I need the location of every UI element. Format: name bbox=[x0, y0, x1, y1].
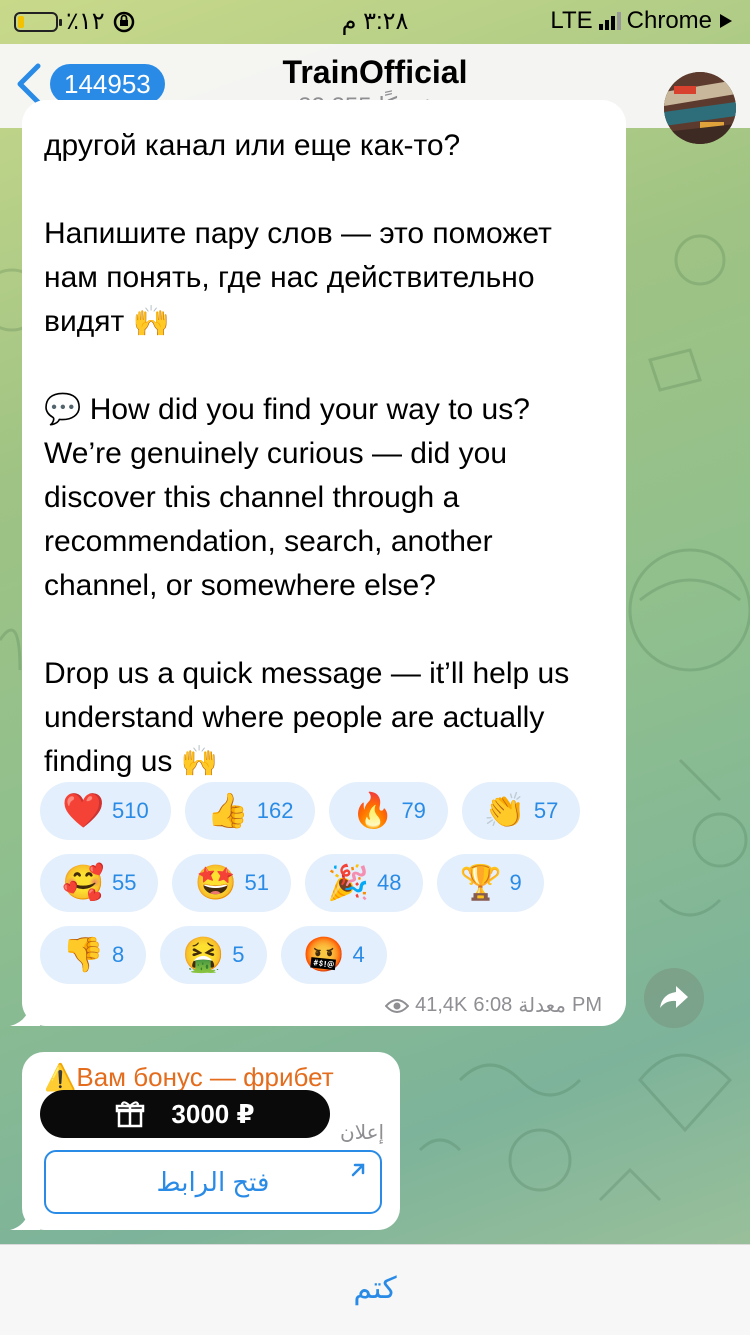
cursing-face-icon: 🤬 bbox=[302, 935, 345, 975]
forward-button[interactable] bbox=[644, 968, 704, 1028]
smiling-hearts-icon: 🥰 bbox=[62, 863, 105, 903]
post-meta: 41,4K 6:08 معدلة PM bbox=[385, 993, 602, 1018]
trophy-icon: 🏆 bbox=[459, 863, 502, 903]
bottom-bar: كتم bbox=[0, 1244, 750, 1335]
status-bar: ٪١٢ ٣:٢٨ م LTE Chrome bbox=[0, 0, 750, 44]
reaction-count: 48 bbox=[376, 870, 402, 895]
reaction-star-struck[interactable]: 🤩 51 bbox=[172, 854, 291, 912]
reaction-thumbs-up[interactable]: 👍 162 bbox=[184, 782, 316, 840]
signal-icon bbox=[598, 12, 621, 30]
return-app-label[interactable]: Chrome bbox=[627, 7, 712, 35]
reaction-count: 51 bbox=[244, 870, 269, 895]
open-link-label: فتح الرابط bbox=[156, 1166, 270, 1197]
sponsored-message[interactable]: ⚠️Вам бонус — фрибет 3000 ₽ إعلان فتح ال… bbox=[22, 1052, 400, 1230]
edited-label: معدلة bbox=[518, 995, 566, 1017]
post-ampm: PM bbox=[572, 994, 602, 1016]
reaction-smiling-hearts[interactable]: 🥰 55 bbox=[40, 854, 159, 912]
reaction-count: 57 bbox=[533, 798, 559, 823]
status-right: LTE Chrome bbox=[550, 7, 734, 35]
external-link-icon bbox=[351, 1163, 365, 1177]
play-icon bbox=[720, 14, 732, 28]
ad-label: إعلان bbox=[340, 1122, 385, 1144]
reaction-party-popper[interactable]: 🎉 48 bbox=[304, 854, 424, 912]
gift-icon bbox=[116, 1101, 145, 1128]
thumbs-up-icon: 👍 bbox=[206, 791, 250, 831]
view-count: 41,4K bbox=[415, 994, 468, 1016]
heart-icon: ❤️ bbox=[62, 791, 105, 831]
reaction-vomiting[interactable]: 🤮 5 bbox=[160, 926, 267, 984]
channel-title[interactable]: TrainOfficial bbox=[0, 54, 750, 91]
star-struck-icon: 🤩 bbox=[194, 863, 237, 903]
reaction-clap[interactable]: 👏 57 bbox=[461, 782, 581, 840]
party-popper-icon: 🎉 bbox=[326, 863, 370, 903]
open-link-button[interactable]: فتح الرابط bbox=[44, 1150, 382, 1214]
reaction-count: 162 bbox=[256, 798, 294, 823]
reaction-count: 79 bbox=[401, 798, 426, 823]
clap-icon: 👏 bbox=[483, 791, 527, 831]
reaction-row: 🥰 55 🤩 51 🎉 48 🏆 9 bbox=[40, 854, 610, 912]
reaction-cursing[interactable]: 🤬 4 bbox=[280, 926, 387, 984]
reaction-count: 4 bbox=[352, 942, 365, 967]
reaction-row: ❤️ 510 👍 162 🔥 79 👏 57 bbox=[40, 782, 610, 840]
reaction-heart[interactable]: ❤️ 510 bbox=[40, 782, 171, 840]
vomiting-face-icon: 🤮 bbox=[182, 935, 225, 975]
reaction-count: 55 bbox=[112, 870, 137, 895]
fire-icon: 🔥 bbox=[351, 791, 394, 831]
reaction-thumbs-down[interactable]: 👎 8 bbox=[40, 926, 147, 984]
post-text: другой канал или еще как-то? Напишите па… bbox=[44, 129, 570, 778]
share-arrow-icon bbox=[660, 986, 688, 1008]
reactions-panel: ❤️ 510 👍 162 🔥 79 👏 57 🥰 55 🤩 51 🎉 48 🏆 … bbox=[40, 782, 610, 998]
reaction-row: 👎 8 🤮 5 🤬 4 bbox=[40, 926, 610, 984]
thumbs-down-icon: 👎 bbox=[62, 935, 105, 975]
mute-button[interactable]: كتم bbox=[0, 1271, 750, 1306]
post-time: 6:08 bbox=[473, 994, 513, 1016]
network-type: LTE bbox=[550, 7, 593, 34]
reaction-trophy[interactable]: 🏆 9 bbox=[437, 854, 544, 912]
ad-title: ⚠️Вам бонус — фрибет bbox=[44, 1062, 334, 1092]
reaction-count: 5 bbox=[232, 942, 245, 967]
reaction-count: 9 bbox=[509, 870, 522, 895]
ad-amount: 3000 ₽ bbox=[171, 1098, 255, 1129]
eye-icon bbox=[385, 998, 410, 1013]
avatar-image bbox=[664, 72, 736, 144]
reaction-count: 510 bbox=[112, 798, 149, 823]
channel-avatar[interactable] bbox=[664, 72, 736, 144]
reaction-fire[interactable]: 🔥 79 bbox=[329, 782, 448, 840]
reaction-count: 8 bbox=[112, 942, 125, 967]
channel-post[interactable]: другой канал или еще как-то? Напишите па… bbox=[22, 100, 626, 1026]
ad-bonus-pill[interactable]: 3000 ₽ bbox=[40, 1090, 330, 1138]
